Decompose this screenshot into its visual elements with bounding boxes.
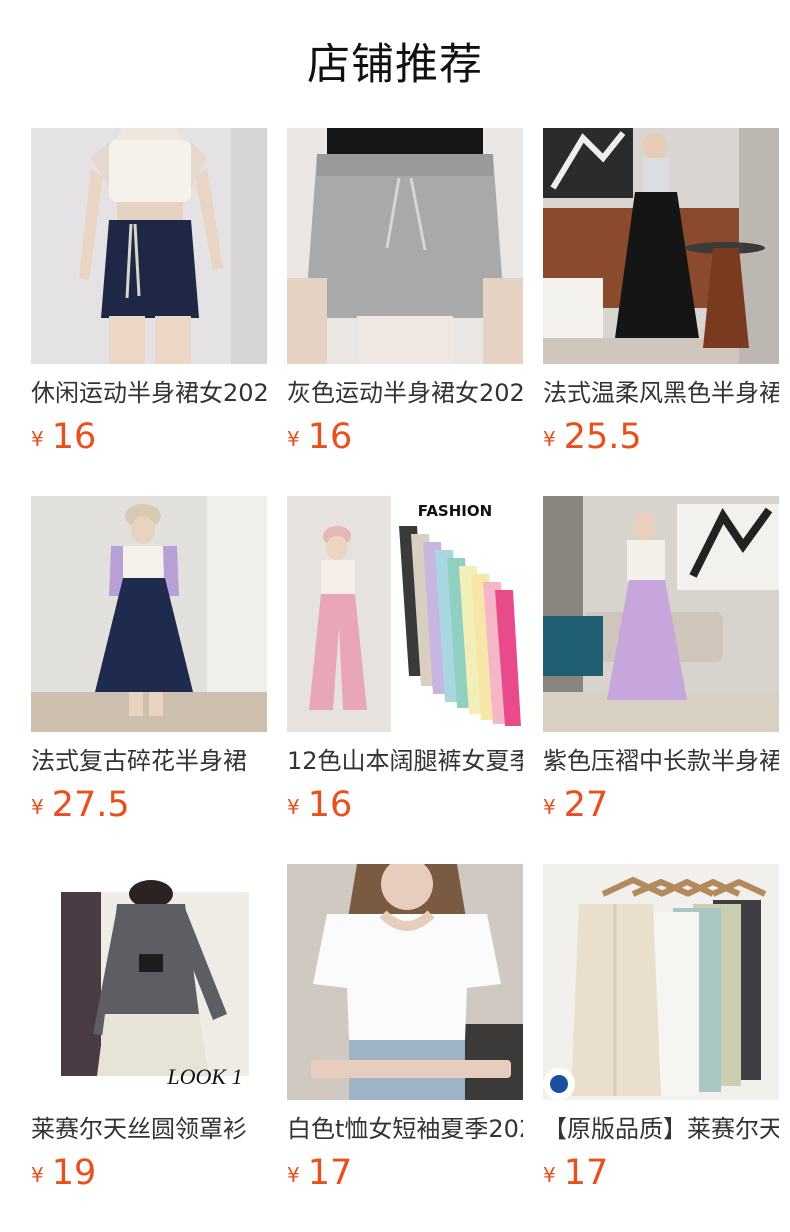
- price-value: 16: [307, 417, 353, 457]
- product-name: 【原版品质】莱赛尔天丝开衫: [543, 1115, 779, 1143]
- floral-skirt-photo-icon[interactable]: [31, 496, 267, 732]
- product-card[interactable]: 法式温柔风黑色半身裙 ¥25.5: [543, 128, 779, 458]
- product-card[interactable]: LOOK 1 莱赛尔天丝圆领罩衫 ¥19: [31, 864, 267, 1194]
- price-value: 17: [563, 1153, 609, 1193]
- wide-leg-pants-photo-icon[interactable]: FASHION: [287, 496, 523, 732]
- black-tiered-skirt-photo-icon[interactable]: [543, 128, 779, 364]
- product-name: 法式复古碎花半身裙: [31, 747, 247, 775]
- navy-sport-skirt-photo-icon[interactable]: [31, 128, 267, 364]
- product-card[interactable]: 白色t恤女短袖夏季2024 ¥17: [287, 864, 523, 1194]
- product-card[interactable]: 紫色压褶中长款半身裙 ¥27: [543, 496, 779, 826]
- grey-sport-skirt-photo-icon[interactable]: [287, 128, 523, 364]
- product-price: ¥17: [543, 1152, 608, 1194]
- currency-symbol: ¥: [287, 1163, 300, 1187]
- price-value: 27.5: [51, 785, 130, 825]
- purple-pleated-skirt-photo-icon[interactable]: [543, 496, 779, 732]
- price-value: 27: [563, 785, 609, 825]
- currency-symbol: ¥: [543, 795, 556, 819]
- product-name: 白色t恤女短袖夏季2024: [287, 1115, 523, 1143]
- currency-symbol: ¥: [287, 795, 300, 819]
- product-price: ¥16: [287, 416, 352, 458]
- currency-symbol: ¥: [31, 795, 44, 819]
- product-grid: 休闲运动半身裙女2024夏季新款 ¥16 灰色运动半身裙女2024夏季新款 ¥1…: [0, 0, 790, 1232]
- product-card[interactable]: 【原版品质】莱赛尔天丝开衫 ¥17: [543, 864, 779, 1194]
- product-price: ¥16: [287, 784, 352, 826]
- grey-longsleeve-photo-icon[interactable]: LOOK 1: [31, 864, 267, 1100]
- product-name: 灰色运动半身裙女2024夏季新款: [287, 379, 523, 407]
- product-price: ¥27: [543, 784, 608, 826]
- product-name: 法式温柔风黑色半身裙: [543, 379, 779, 407]
- currency-symbol: ¥: [543, 1163, 556, 1187]
- price-value: 19: [51, 1153, 97, 1193]
- white-tshirt-photo-icon[interactable]: [287, 864, 523, 1100]
- product-name: 紫色压褶中长款半身裙: [543, 747, 779, 775]
- product-price: ¥19: [31, 1152, 96, 1194]
- fashion-label: FASHION: [418, 502, 492, 520]
- product-name: 莱赛尔天丝圆领罩衫: [31, 1115, 247, 1143]
- product-card[interactable]: FASHION 12色山本阔腿裤女夏季 ¥16: [287, 496, 523, 826]
- product-name: 休闲运动半身裙女2024夏季新款: [31, 379, 267, 407]
- currency-symbol: ¥: [543, 427, 556, 451]
- cardigans-on-hangers-photo-icon[interactable]: [543, 864, 779, 1100]
- currency-symbol: ¥: [287, 427, 300, 451]
- product-card[interactable]: 法式复古碎花半身裙 ¥27.5: [31, 496, 267, 826]
- product-card[interactable]: 灰色运动半身裙女2024夏季新款 ¥16: [287, 128, 523, 458]
- currency-symbol: ¥: [31, 1163, 44, 1187]
- currency-symbol: ¥: [31, 427, 44, 451]
- look-label: LOOK 1: [166, 1064, 242, 1089]
- product-price: ¥16: [31, 416, 96, 458]
- store-recommendation-page: 店铺推荐 休闲运动半身裙女202 ¥ 16 灰色运动半身裙女202 ¥ 16 法…: [0, 0, 790, 1232]
- product-price: ¥25.5: [543, 416, 642, 458]
- product-price: ¥17: [287, 1152, 352, 1194]
- price-value: 16: [51, 417, 97, 457]
- product-price: ¥27.5: [31, 784, 130, 826]
- product-card[interactable]: 休闲运动半身裙女2024夏季新款 ¥16: [31, 128, 267, 458]
- price-value: 16: [307, 785, 353, 825]
- product-name: 12色山本阔腿裤女夏季: [287, 747, 523, 775]
- price-value: 25.5: [563, 417, 642, 457]
- price-value: 17: [307, 1153, 353, 1193]
